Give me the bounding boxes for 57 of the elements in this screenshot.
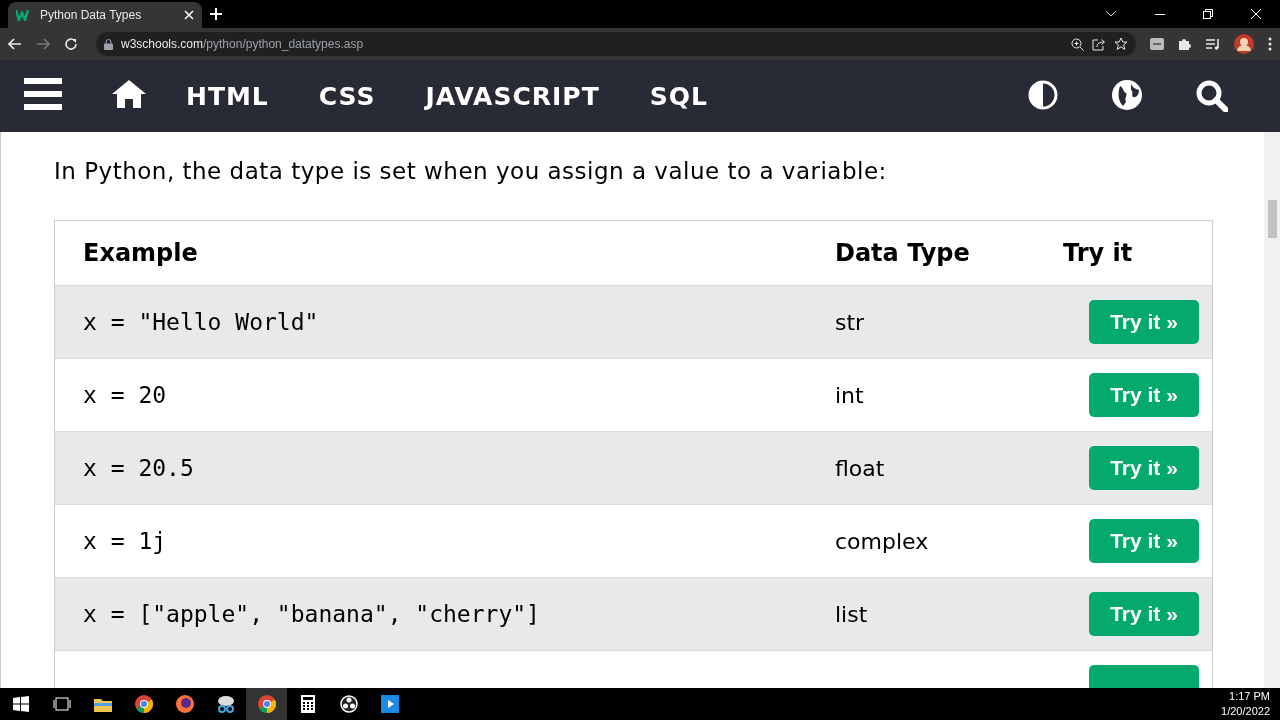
scrollbar-thumb[interactable]	[1268, 200, 1277, 238]
column-header: Data Type	[835, 239, 971, 267]
code-cell-text: x = 20.5	[82, 455, 195, 481]
home-icon[interactable]	[112, 80, 146, 108]
intro-text: In Python, the data type is set when you assign a value to a variable:	[54, 158, 888, 184]
chrome-icon[interactable]	[257, 695, 276, 713]
star-icon[interactable]	[1114, 37, 1128, 51]
address-bar[interactable]: w3schools.com/python/python_datatypes.asp	[96, 32, 1136, 56]
share-icon[interactable]	[1092, 37, 1106, 51]
start-icon[interactable]	[12, 696, 29, 712]
column-header: Try it	[1062, 239, 1134, 267]
lock-icon	[104, 38, 113, 50]
nav-link[interactable]: HTML	[186, 81, 269, 111]
code-cell-text: x = 20	[82, 382, 168, 408]
code-cell-text: x = "Hello World"	[82, 309, 320, 335]
calculator-icon[interactable]	[300, 695, 315, 713]
chevron-down-icon[interactable]	[1105, 10, 1117, 18]
type-cell-text: float	[835, 455, 886, 481]
close-icon[interactable]	[184, 10, 194, 20]
reload-icon[interactable]	[64, 37, 78, 51]
firefox-icon[interactable]	[175, 695, 194, 713]
media-icon[interactable]	[1206, 38, 1220, 50]
avatar-icon[interactable]	[1234, 34, 1254, 54]
type-cell-text: list	[835, 601, 869, 627]
new-tab-icon[interactable]	[210, 8, 222, 20]
contrast-icon[interactable]	[1028, 80, 1058, 110]
scrollbar[interactable]	[1264, 132, 1280, 688]
type-cell-text: int	[835, 382, 865, 408]
zoom-icon[interactable]	[1071, 37, 1084, 51]
close-icon[interactable]	[1251, 9, 1261, 19]
minimize-icon[interactable]	[1155, 13, 1165, 15]
browser-tab[interactable]: Python Data Types	[8, 2, 202, 28]
clock-date: 1/20/2022	[1221, 704, 1270, 719]
scissors-icon[interactable]	[216, 695, 235, 713]
extension-icon[interactable]	[1150, 38, 1164, 50]
globe-icon[interactable]	[1112, 80, 1142, 110]
favicon-icon[interactable]	[16, 9, 32, 21]
task-view-icon[interactable]	[52, 697, 71, 711]
nav-link[interactable]: JAVASCRIPT	[425, 81, 600, 111]
type-cell-text: complex	[835, 528, 930, 554]
chrome-icon[interactable]	[134, 695, 153, 713]
column-header: Example	[82, 239, 199, 267]
video-player-icon[interactable]	[380, 695, 399, 713]
clock-time: 1:17 PM	[1228, 689, 1270, 704]
puzzle-icon[interactable]	[1178, 37, 1192, 51]
menu-icon[interactable]	[24, 78, 62, 110]
type-cell-text: str	[835, 309, 866, 335]
more-icon[interactable]	[1268, 37, 1272, 51]
search-icon[interactable]	[1196, 80, 1228, 112]
nav-link[interactable]: CSS	[318, 81, 376, 111]
code-cell-text: x = ["apple", "banana", "cherry"]	[82, 601, 541, 627]
folder-icon[interactable]	[93, 696, 112, 712]
code-cell-text: x = 1j	[82, 528, 168, 554]
maximize-icon[interactable]	[1203, 9, 1213, 19]
nav-link[interactable]: SQL	[649, 81, 708, 111]
forward-icon[interactable]	[36, 38, 50, 50]
back-icon[interactable]	[8, 38, 22, 50]
